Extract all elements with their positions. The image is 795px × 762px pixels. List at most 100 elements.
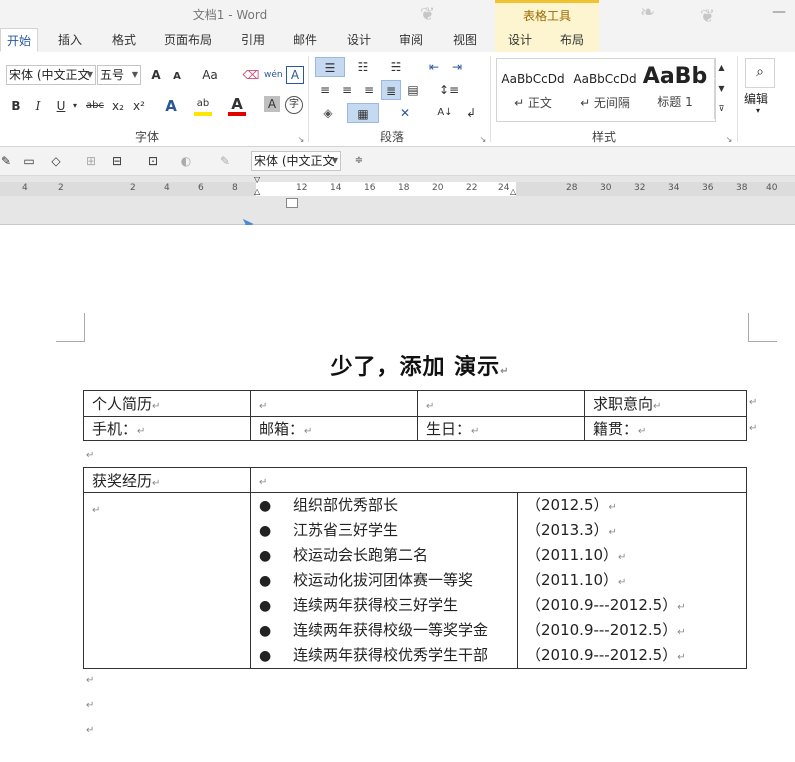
more-styles-icon[interactable]: ⊽ [714,99,728,119]
fill-icon[interactable]: ◐ [174,151,198,171]
award-date-item[interactable]: （2010.9---2012.5）↵ [526,618,738,643]
italic-icon[interactable]: I [30,96,46,116]
multilevel-list-icon[interactable]: ☵ [382,57,410,77]
award-item[interactable]: ● 校运动会长跑第二名 [255,543,513,568]
left-indent-marker[interactable] [286,198,298,208]
form-field-icon[interactable]: ▭ [20,151,38,171]
right-indent-marker[interactable]: △ [510,188,516,196]
shading-icon[interactable]: ◈ [316,103,340,123]
tab-design[interactable]: 设计 [338,28,380,52]
table-cell[interactable]: 个人简历↵ [83,390,251,417]
char-shading-icon[interactable]: A [264,96,280,112]
first-line-indent-marker[interactable]: ▽ [254,176,262,184]
horizontal-ruler[interactable]: 4 2 2 4 6 8 12 14 16 18 20 22 24 28 30 32 34 36 38 40 ▽ △ △… [0,176,795,232]
award-date-item[interactable]: （2013.3）↵ [526,518,738,543]
numbering-icon[interactable]: ☷ [350,57,376,77]
chevron-down-icon[interactable]: ▼ [332,152,338,170]
change-case-icon[interactable]: Aa [198,65,222,85]
show-marks-icon[interactable]: ↲ [462,103,480,123]
shape-icon[interactable]: ◇ [46,151,66,171]
font-color-icon[interactable]: A [228,96,246,116]
dates-cell[interactable]: （2012.5）↵ （2013.3）↵ （2011.10）↵ （2011.10）↵ （2… [517,492,747,669]
awards-cell[interactable]: ● 组织部优秀部长 ● 江苏省三好学生 ● 校运动会长跑第二名 ● 校运动化拔河团体赛一等奖 ●… [250,492,518,669]
table-cell[interactable]: ↵ [417,390,585,417]
tab-references[interactable]: 引用 [232,28,274,52]
award-item[interactable]: ● 组织部优秀部长 [255,493,513,518]
align-center-icon[interactable]: ≡ [338,80,356,100]
chevron-down-icon[interactable]: ▼ [87,66,93,84]
scroll-up-icon[interactable]: ▲ [714,58,728,78]
award-date-item[interactable]: （2012.5）↵ [526,493,738,518]
pencil-icon[interactable]: ✎ [0,151,12,171]
borders-icon[interactable]: ▦ [347,103,379,123]
award-item[interactable]: ● 连续两年获得校优秀学生干部 [255,643,513,668]
style-normal[interactable]: AaBbCcDd ↵ 正文 [497,60,569,116]
tab-page-layout[interactable]: 页面布局 [156,28,220,52]
tab-insert[interactable]: 插入 [48,28,92,52]
highlight-icon[interactable]: ab [194,96,212,116]
scroll-down-icon[interactable]: ▼ [714,79,728,99]
table-cell[interactable]: ↵ [250,467,747,493]
font-size-combo[interactable]: 五号 ▼ [97,65,141,85]
table-cell[interactable]: 求职意向↵ [584,390,747,417]
align-left-icon[interactable]: ≡ [316,80,334,100]
tab-table-design[interactable]: 设计 [495,28,545,52]
award-date-item[interactable]: （2010.9---2012.5）↵ [526,643,738,668]
document-heading[interactable]: 少了，添加 演示↵ [0,349,795,381]
bold-icon[interactable]: B [8,96,24,116]
grow-font-icon[interactable]: A [148,65,164,85]
style-no-spacing[interactable]: AaBbCcDd ↵ 无间隔 [569,60,641,116]
shrink-font-icon[interactable]: A [170,67,184,87]
underline-icon[interactable]: U [53,96,69,116]
table-cell[interactable]: 手机：↵ [83,416,251,441]
font-family-combo[interactable]: 宋体 (中文正文 ▼ [6,65,96,85]
contact-table[interactable]: 个人简历↵ ↵ ↵ 求职意向↵ 手机：↵ 邮箱：↵ 生日：↵ 籍贯：↵ [83,390,747,441]
draw-border-icon[interactable]: ✎ [212,151,238,171]
increase-indent-icon[interactable]: ⇥ [447,57,467,77]
table-layout-icon[interactable]: ⊟ [104,151,130,171]
insert-row-icon[interactable]: ⊞ [84,151,98,171]
superscript-icon[interactable]: x² [131,96,147,116]
customize-toolbar-icon[interactable]: ≑ [352,151,366,171]
chevron-down-icon[interactable]: ▾ [756,106,760,115]
tab-view[interactable]: 视图 [444,28,486,52]
editing-button[interactable]: 编辑 [744,90,768,107]
awards-table[interactable]: 获奖经历↵ ↵ ↵ ● 组织部优秀部长 ● 江苏省三好学生 ● 校运动会长跑第二名 ● 校运动… [83,467,747,669]
line-spacing-icon[interactable]: ↕≡ [436,80,462,100]
tab-review[interactable]: 审阅 [390,28,432,52]
table-cell[interactable]: 邮箱：↵ [250,416,418,441]
tab-table-layout[interactable]: 布局 [545,28,599,52]
phonetic-guide-icon[interactable]: wén [264,65,283,85]
decrease-indent-icon[interactable]: ⇤ [424,57,444,77]
chevron-down-icon[interactable]: ▼ [132,66,138,84]
award-date-item[interactable]: （2011.10）↵ [526,543,738,568]
sort-icon[interactable]: A↓ [436,103,454,123]
char-border-icon[interactable]: A [286,66,304,84]
table-cell[interactable]: 生日：↵ [417,416,585,441]
award-date-item[interactable]: （2010.9---2012.5）↵ [526,593,738,618]
table-cell[interactable]: 籍贯：↵ [584,416,747,441]
award-item[interactable]: ● 连续两年获得校级一等奖学金 [255,618,513,643]
award-item[interactable]: ● 连续两年获得校三好学生 [255,593,513,618]
tab-format[interactable]: 格式 [102,28,146,52]
style-heading-1[interactable]: AaBb 标题 1 [641,60,709,116]
award-item[interactable]: ● 校运动化拔河团体赛一等奖 [255,568,513,593]
tab-home[interactable]: 开始 [0,28,38,52]
award-date-item[interactable]: （2011.10）↵ [526,568,738,593]
table-cell[interactable]: ↵ [83,492,251,669]
table-cell[interactable]: ↵ [250,390,418,417]
hanging-indent-marker[interactable]: △ [254,188,260,196]
minimize-button[interactable]: — [772,4,786,20]
chevron-down-icon[interactable]: ▾ [70,96,80,116]
clear-format-icon[interactable]: ⌫ [242,65,260,85]
award-item[interactable]: ● 江苏省三好学生 [255,518,513,543]
binoculars-icon[interactable]: ⌕ [745,58,775,88]
table-cell[interactable]: 获奖经历↵ [83,467,251,493]
merge-cells-icon[interactable]: ⊡ [144,151,162,171]
text-effects-icon[interactable]: A [162,96,180,116]
asian-layout-icon[interactable]: ✕ [392,103,418,123]
distributed-icon[interactable]: ▤ [404,80,422,100]
toolbar-font-combo[interactable]: 宋体 (中文正文 ▼ [251,151,341,171]
subscript-icon[interactable]: x₂ [110,96,126,116]
tab-mailings[interactable]: 邮件 [284,28,326,52]
